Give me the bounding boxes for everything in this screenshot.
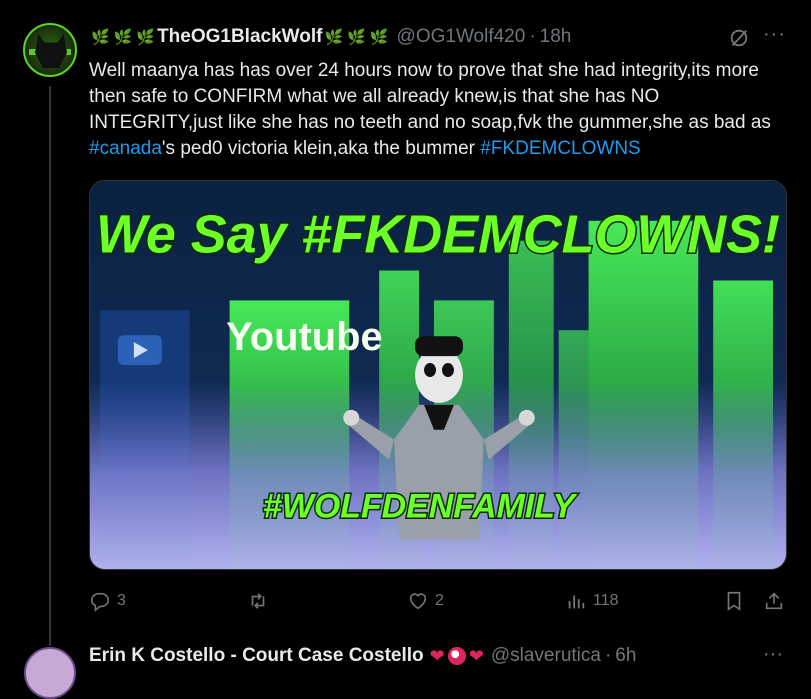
share-icon [765, 592, 783, 610]
next-tweet-header: Erin K Costello - Court Case Costello ❤ … [89, 645, 636, 667]
separator: · [529, 26, 536, 47]
retweet-icon [251, 593, 265, 609]
avatar[interactable] [23, 23, 77, 77]
ball-emoji-icon [447, 647, 466, 665]
retweet-button[interactable] [247, 590, 275, 612]
thread-line [49, 86, 51, 646]
heart-emoji-icon: ❤ [468, 645, 484, 666]
hashtag-link-fkdemclowns[interactable]: #FKDEMCLOWNS [480, 138, 640, 159]
tweet-media-image[interactable]: Youtube We Say #FKDEMCLOWNS! #WOLFDENFAM… [89, 180, 787, 570]
reply-button[interactable]: 3 [89, 590, 126, 612]
bookmark-button[interactable] [723, 590, 751, 612]
next-tweet-avatar[interactable] [24, 647, 76, 699]
view-count: 118 [593, 592, 619, 609]
like-count: 2 [435, 592, 444, 609]
tweet-text: Well maanya has has over 24 hours now to… [89, 58, 789, 162]
grok-icon[interactable] [728, 27, 750, 49]
herb-icon: 🌿 [136, 29, 156, 46]
wolf-icon [35, 34, 67, 68]
tweet-text-part: Well maanya has has over 24 hours now to… [89, 60, 771, 133]
media-footer-tag: #WOLFDENFAMILY [263, 487, 578, 525]
timestamp[interactable]: 18h [540, 26, 572, 48]
tweet-header: 🌿 🌿 🌿 TheOG1BlackWolf 🌿 🌿 🌿 @OG1Wolf420 … [89, 25, 571, 49]
heart-emoji-icon: ❤ [429, 645, 445, 666]
more-icon[interactable]: ··· [763, 24, 785, 49]
handle[interactable]: @OG1Wolf420 [397, 26, 526, 48]
herb-icon: 🌿 [91, 29, 110, 46]
display-name[interactable]: TheOG1BlackWolf [157, 26, 322, 48]
next-handle[interactable]: @slaverutica [491, 645, 601, 667]
herb-icon: 🌿 [347, 29, 366, 46]
next-timestamp[interactable]: 6h [615, 645, 636, 667]
herb-icon: 🌿 [113, 29, 133, 46]
reply-icon [90, 592, 110, 612]
reply-count: 3 [117, 592, 126, 609]
herb-icon: 🌿 [324, 29, 344, 46]
herb-icon: 🌿 [369, 29, 389, 46]
tweet[interactable]: 🌿 🌿 🌿 TheOG1BlackWolf 🌿 🌿 🌿 @OG1Wolf420 … [0, 0, 811, 646]
media-building-sign: Youtube [226, 315, 383, 359]
like-button[interactable]: 2 [407, 590, 444, 612]
next-display-name[interactable]: Erin K Costello - Court Case Costello [89, 645, 424, 667]
next-separator: · [604, 645, 612, 666]
views-button[interactable]: 118 [565, 590, 619, 612]
tweet-actions: 3 2 118 [89, 590, 789, 616]
bookmark-icon [727, 591, 741, 611]
share-button[interactable] [763, 590, 791, 612]
hashtag-link-canada[interactable]: #canada [89, 138, 162, 159]
heart-icon [409, 593, 427, 610]
media-illustration: Youtube We Say #FKDEMCLOWNS! #WOLFDENFAM… [90, 181, 786, 569]
next-more-icon[interactable]: ··· [763, 644, 783, 664]
analytics-icon [568, 595, 585, 609]
media-headline: We Say #FKDEMCLOWNS! [96, 205, 780, 265]
tweet-text-part: 's ped0 victoria klein,aka the bummer [161, 138, 481, 159]
